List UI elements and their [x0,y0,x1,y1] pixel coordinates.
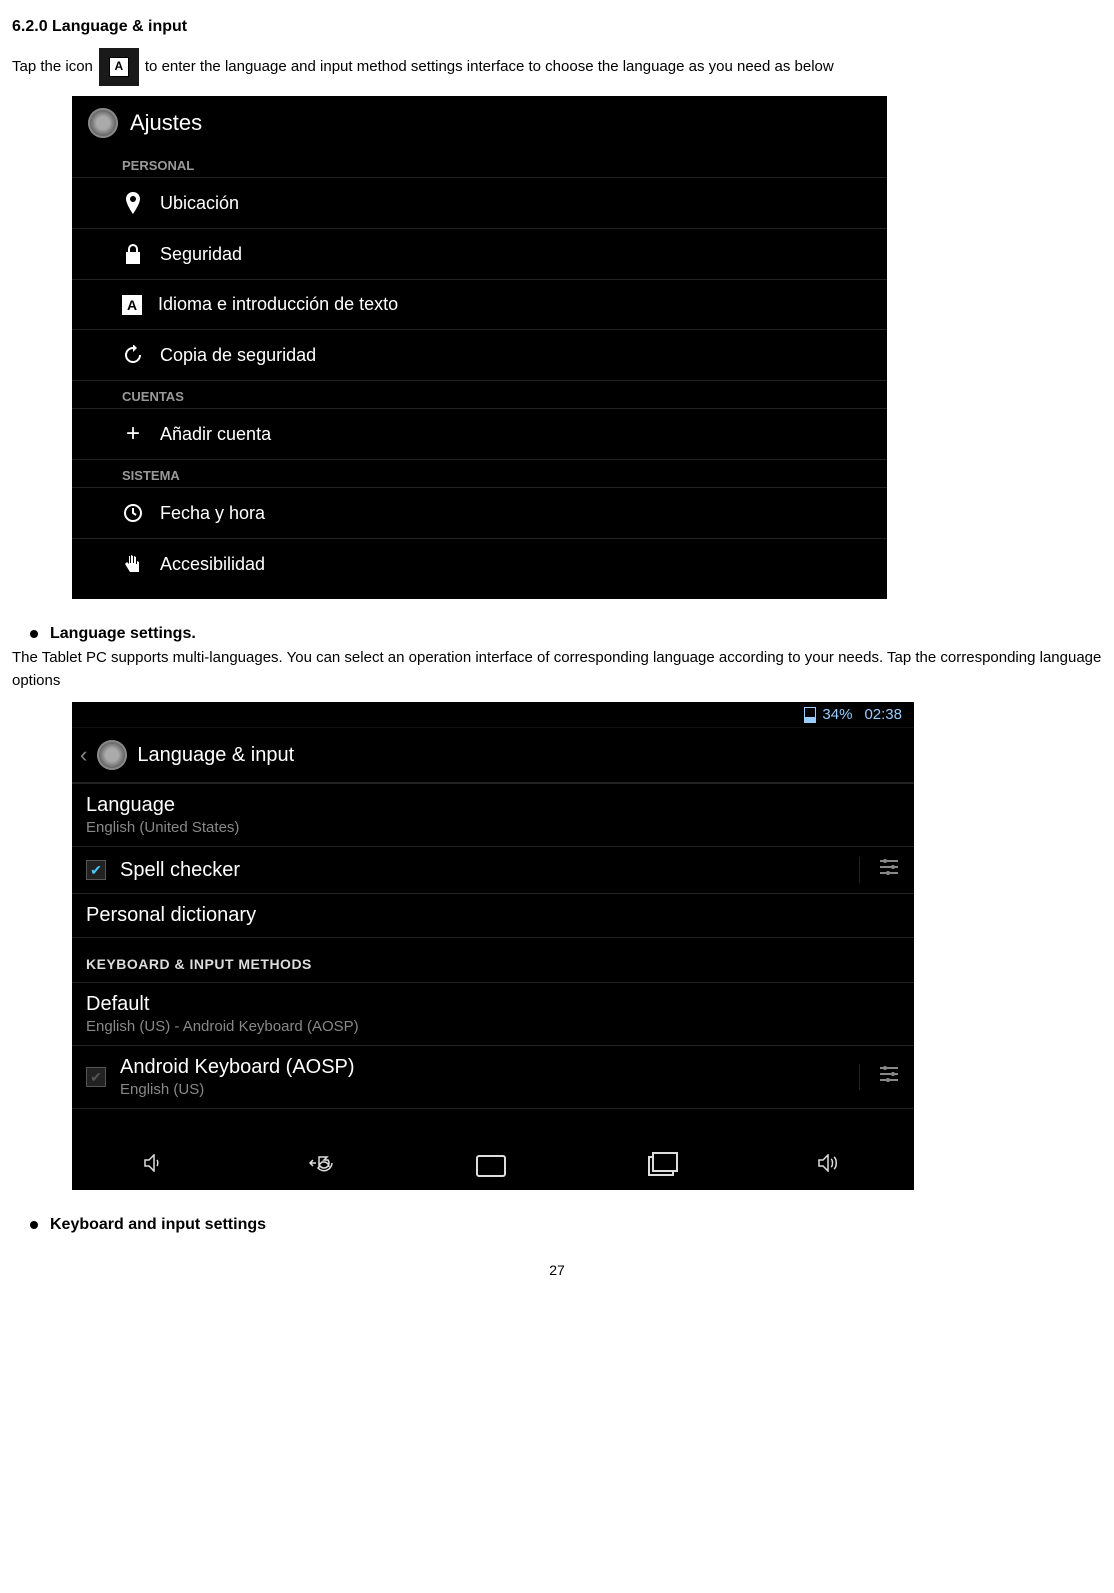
category-personal: PERSONAL [72,150,887,178]
sliders-settings-icon[interactable] [859,1064,900,1090]
row-personal-dictionary[interactable]: Personal dictionary [72,894,914,938]
lock-icon [122,243,144,265]
row-datetime[interactable]: Fecha y hora [72,488,887,539]
row-android-kb-sub: English (US) [120,1081,355,1098]
language-settings-description: The Tablet PC supports multi-languages. … [12,647,1102,692]
intro-prefix: Tap the icon [12,55,93,79]
row-default-value: English (US) - Android Keyboard (AOSP) [86,1018,359,1035]
row-spell-checker-title: Spell checker [120,859,240,882]
row-android-keyboard[interactable]: ✔ Android Keyboard (AOSP) English (US) [72,1046,914,1109]
row-add-account[interactable]: + Añadir cuenta [72,409,887,460]
status-clock: 02:38 [864,706,902,723]
hand-icon [122,553,144,575]
volume-up-icon[interactable] [817,1154,843,1178]
restore-icon [122,344,144,366]
row-location[interactable]: Ubicación [72,178,887,229]
bullet-keyboard-input-settings: Keyboard and input settings [12,1216,1102,1234]
row-language[interactable]: Language English (United States) [72,784,914,847]
row-default-title: Default [86,993,359,1016]
row-accessibility-label: Accesibilidad [160,554,265,575]
section-heading: 6.2.0 Language & input [12,18,1102,36]
row-backup[interactable]: Copia de seguridad [72,330,887,381]
gear-icon [97,740,127,770]
row-security-label: Seguridad [160,244,242,265]
chevron-left-icon[interactable]: ‹ [80,742,87,768]
row-android-kb-title: Android Keyboard (AOSP) [120,1056,355,1079]
row-language-label: Idioma e introducción de texto [158,294,398,315]
battery-percent: 34% [822,706,852,723]
bullet-keyboard-input-title: Keyboard and input settings [50,1216,266,1234]
row-security[interactable]: Seguridad [72,229,887,280]
language-input-app-icon: A [99,48,139,86]
row-language-value: English (United States) [86,819,239,836]
recent-apps-icon[interactable] [648,1156,674,1176]
navigation-bar [72,1139,914,1190]
language-input-title: Language & input [137,744,294,767]
battery-icon [804,707,816,723]
language-input-screenshot: 34% 02:38 ‹ Language & input Language En… [72,702,914,1190]
category-system: SISTEMA [72,460,887,488]
row-backup-label: Copia de seguridad [160,345,316,366]
location-pin-icon [122,192,144,214]
keyboard-a-glyph: A [109,57,129,77]
row-datetime-label: Fecha y hora [160,503,265,524]
settings-screenshot-ajustes: Ajustes PERSONAL Ubicación Seguridad A I… [72,96,887,599]
page-number: 27 [12,1262,1102,1278]
sliders-settings-icon[interactable] [859,857,900,883]
bullet-dot-icon [30,630,38,638]
gear-icon [88,108,118,138]
intro-text: Tap the icon A to enter the language and… [12,48,1102,86]
checkbox-disabled-icon: ✔ [86,1067,106,1087]
row-language-input[interactable]: A Idioma e introducción de texto [72,280,887,330]
bullet-language-settings: Language settings. [12,625,1102,643]
clock-icon [122,502,144,524]
home-icon[interactable] [476,1155,506,1177]
settings-header: Ajustes [72,96,887,150]
settings-title: Ajustes [130,110,202,136]
category-accounts: CUENTAS [72,381,887,409]
keyboard-a-icon: A [122,295,142,315]
row-personal-dictionary-title: Personal dictionary [86,904,256,927]
row-language-title: Language [86,794,239,817]
volume-down-icon[interactable] [143,1154,165,1178]
row-accessibility[interactable]: Accesibilidad [72,539,887,589]
checkbox-checked-icon[interactable]: ✔ [86,860,106,880]
status-bar: 34% 02:38 [72,702,914,728]
bullet-language-settings-title: Language settings. [50,625,196,643]
back-icon[interactable] [308,1154,334,1178]
language-input-header[interactable]: ‹ Language & input [72,728,914,784]
intro-suffix: to enter the language and input method s… [145,55,834,79]
row-spell-checker[interactable]: ✔ Spell checker [72,847,914,894]
plus-icon: + [122,423,144,445]
keyboard-section-header: KEYBOARD & INPUT METHODS [72,938,914,983]
bullet-dot-icon [30,1221,38,1229]
row-default-keyboard[interactable]: Default English (US) - Android Keyboard … [72,983,914,1046]
row-add-account-label: Añadir cuenta [160,424,271,445]
row-location-label: Ubicación [160,193,239,214]
